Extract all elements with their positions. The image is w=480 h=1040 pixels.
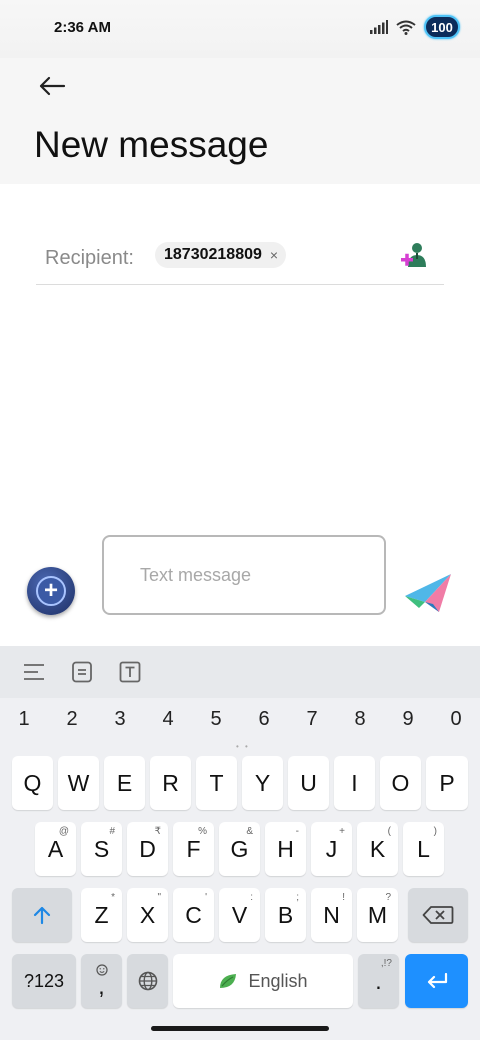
text-box-icon xyxy=(119,661,141,683)
clipboard-button[interactable] xyxy=(68,658,96,686)
header: New message xyxy=(0,58,480,184)
status-icons: 100 xyxy=(370,15,460,39)
text-format-button[interactable] xyxy=(116,658,144,686)
battery-indicator: 100 xyxy=(424,15,460,39)
key-p[interactable]: P xyxy=(426,756,468,810)
enter-arrow-icon xyxy=(427,973,447,989)
page-dots: • • xyxy=(236,742,250,751)
key-2[interactable]: 2 xyxy=(57,708,87,731)
add-contact-icon xyxy=(401,243,426,267)
key-g[interactable]: & G xyxy=(219,822,260,876)
space-label: English xyxy=(248,970,308,991)
number-row: 1 2 3 4 5 6 7 8 9 0 xyxy=(0,708,480,738)
add-contact-button[interactable] xyxy=(398,239,430,271)
key-z[interactable]: * Z xyxy=(81,888,122,942)
key-9[interactable]: 9 xyxy=(393,708,423,731)
keyboard: 1 2 3 4 5 6 7 8 9 0 • • Q W E R T Y U I … xyxy=(0,698,480,1040)
wifi-icon xyxy=(396,20,416,35)
key-7[interactable]: 7 xyxy=(297,708,327,731)
recipient-chip-number: 18730218809 xyxy=(164,246,262,263)
backspace-icon xyxy=(422,906,454,924)
space-key[interactable]: English xyxy=(173,954,353,1008)
key-1[interactable]: 1 xyxy=(9,708,39,731)
key-k[interactable]: (K xyxy=(357,822,398,876)
send-icon xyxy=(405,574,451,612)
keyboard-menu-button[interactable] xyxy=(20,658,48,686)
language-key[interactable] xyxy=(127,954,168,1008)
recipient-label: Recipient: xyxy=(45,247,134,269)
shift-key[interactable] xyxy=(12,888,72,942)
home-indicator[interactable] xyxy=(151,1026,329,1031)
attach-button[interactable]: + xyxy=(27,567,75,615)
status-time: 2:36 AM xyxy=(54,19,111,36)
key-r[interactable]: R xyxy=(150,756,191,810)
key-d[interactable]: ₹ D xyxy=(127,822,168,876)
shift-arrow-icon xyxy=(33,906,51,925)
signal-icon xyxy=(370,20,388,34)
key-u[interactable]: U xyxy=(288,756,329,810)
globe-icon xyxy=(138,971,157,991)
backspace-key[interactable] xyxy=(408,888,468,942)
key-x[interactable]: " X xyxy=(127,888,168,942)
enter-key[interactable] xyxy=(405,954,468,1008)
key-v[interactable]: :V xyxy=(219,888,260,942)
back-button[interactable] xyxy=(30,64,74,108)
key-h[interactable]: -H xyxy=(265,822,306,876)
key-q[interactable]: Q xyxy=(12,756,53,810)
key-6[interactable]: 6 xyxy=(249,708,279,731)
key-c[interactable]: ' C xyxy=(173,888,214,942)
period-key[interactable]: ,!?. xyxy=(358,954,399,1008)
key-b[interactable]: ; B xyxy=(265,888,306,942)
leaf-icon xyxy=(220,974,237,988)
key-e[interactable]: E xyxy=(104,756,145,810)
symbols-key[interactable]: ?123 xyxy=(12,954,76,1008)
key-f[interactable]: % F xyxy=(173,822,214,876)
clipboard-icon xyxy=(72,661,92,683)
arrow-left-icon xyxy=(39,76,66,96)
key-w[interactable]: W xyxy=(58,756,99,810)
key-3[interactable]: 3 xyxy=(105,708,135,731)
key-4[interactable]: 4 xyxy=(153,708,183,731)
key-0[interactable]: 0 xyxy=(441,708,471,731)
key-j[interactable]: + J xyxy=(311,822,352,876)
status-bar: 2:36 AM 100 xyxy=(0,0,480,58)
key-8[interactable]: 8 xyxy=(345,708,375,731)
key-s[interactable]: # S xyxy=(81,822,122,876)
recipient-chip[interactable]: 18730218809 × xyxy=(155,242,287,268)
key-l[interactable]: ) L xyxy=(403,822,444,876)
text-message-input[interactable] xyxy=(102,535,386,615)
key-a[interactable]: @ A xyxy=(35,822,76,876)
page-title: New message xyxy=(34,124,269,165)
emoji-comma-key[interactable]: , xyxy=(81,954,122,1008)
remove-recipient-button[interactable]: × xyxy=(270,247,278,263)
key-t[interactable]: T xyxy=(196,756,237,810)
plus-icon: + xyxy=(36,576,66,606)
key-y[interactable]: Y xyxy=(242,756,283,810)
menu-lines-icon xyxy=(24,664,44,680)
recipient-row[interactable]: Recipient: 18730218809 × xyxy=(36,230,444,285)
key-i[interactable]: I xyxy=(334,756,375,810)
key-o[interactable]: O xyxy=(380,756,421,810)
key-5[interactable]: 5 xyxy=(201,708,231,731)
key-m[interactable]: ? M xyxy=(357,888,398,942)
key-n[interactable]: ! N xyxy=(311,888,352,942)
send-button[interactable] xyxy=(403,572,453,616)
keyboard-toolbar xyxy=(0,646,480,698)
